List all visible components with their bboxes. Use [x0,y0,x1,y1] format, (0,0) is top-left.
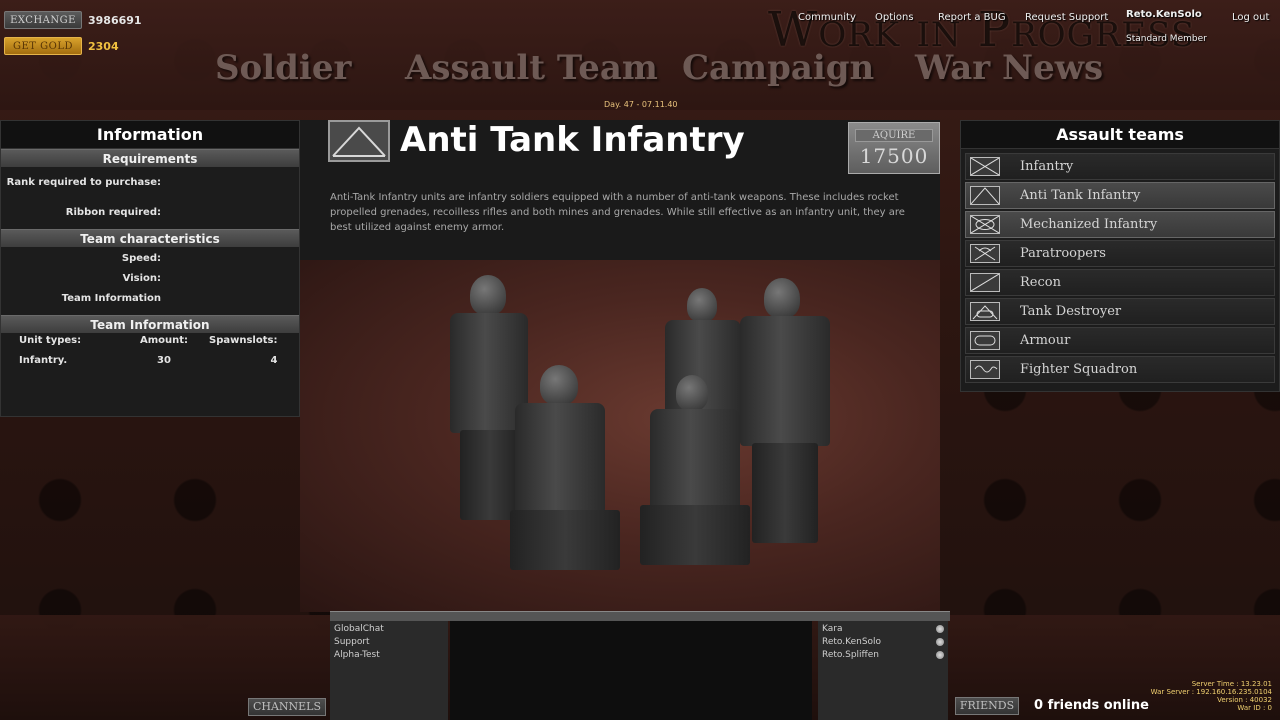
nav-war-news[interactable]: War News [915,48,1103,88]
unit-detail-panel: Anti Tank Infantry AQUIRE 17500 Anti-Tan… [300,120,940,612]
chat-resize-handle[interactable] [330,611,950,621]
channels-button[interactable]: CHANNELS [248,698,326,716]
top-links: Community Options Report a BUG Request S… [790,12,1280,28]
server-address: War Server : 192.160.16.235.0104 [1150,688,1272,696]
chat-user-row[interactable]: Reto.KenSolo [822,636,944,649]
team-item-mechanized-infantry[interactable]: Mechanized Infantry [965,211,1275,238]
team-item-paratroopers[interactable]: Paratroopers [965,240,1275,267]
cell-amount: 30 [157,355,171,366]
assault-teams-panel: Assault teams Infantry Anti Tank Infantr… [960,120,1280,392]
rank-required-label: Rank required to purchase: [6,177,161,188]
status-dot-icon [936,651,944,659]
team-item-tank-destroyer[interactable]: Tank Destroyer [965,298,1275,325]
team-label: Fighter Squadron [1020,362,1138,377]
acquire-price: 17500 [859,144,929,168]
speed-row: Speed: [1,249,299,269]
col-unit-types: Unit types: [19,335,82,346]
team-info-label: Team Information [61,293,161,304]
unit-preview-image [300,260,940,612]
options-link[interactable]: Options [875,12,914,23]
team-label: Anti Tank Infantry [1020,188,1141,203]
chat-messages[interactable] [450,621,812,720]
unit-title: Anti Tank Infantry [400,120,745,160]
acquire-label: AQUIRE [855,129,933,142]
mechanized-infantry-icon [970,215,1000,234]
nav-soldier[interactable]: Soldier [215,48,351,88]
war-id: War ID : 0 [1237,704,1272,712]
team-label: Tank Destroyer [1020,304,1122,319]
cell-spawnslots: 4 [270,355,278,366]
fighter-squadron-icon [970,360,1000,379]
team-label: Infantry [1020,159,1074,174]
exchange-row: EXCHANGE 3986691 [4,10,142,30]
anti-tank-icon [970,186,1000,205]
anti-tank-unit-icon [328,120,390,162]
assault-teams-title: Assault teams [961,121,1279,149]
team-information-table: Unit types: Amount: Spawnslots: Infantry… [1,333,299,366]
speed-label: Speed: [121,253,161,264]
channel-item[interactable]: GlobalChat [334,623,444,636]
team-label: Mechanized Infantry [1020,217,1158,232]
main-nav: Soldier Assault Team Campaign War News [0,48,1280,92]
col-spawnslots: Spawnslots: [209,335,278,346]
vision-label: Vision: [122,273,161,284]
tank-destroyer-icon [970,302,1000,321]
team-item-armour[interactable]: Armour [965,327,1275,354]
team-info-row: Team Information [1,289,299,309]
ribbon-required-row: Ribbon required: [1,203,299,223]
team-item-fighter-squadron[interactable]: Fighter Squadron [965,356,1275,383]
paratroopers-icon [970,244,1000,263]
team-label: Paratroopers [1020,246,1106,261]
logout-link[interactable]: Log out [1232,12,1269,23]
acquire-button[interactable]: AQUIRE 17500 [848,122,940,174]
chat-user-row[interactable]: Reto.Spliffen [822,649,944,662]
col-amount: Amount: [139,335,189,346]
nav-assault-team[interactable]: Assault Team [405,48,658,88]
community-link[interactable]: Community [798,12,856,23]
report-bug-link[interactable]: Report a BUG [938,12,1006,23]
vision-row: Vision: [1,269,299,289]
assault-teams-list: Infantry Anti Tank Infantry Mechanized I… [961,149,1279,389]
channel-item[interactable]: Alpha-Test [334,649,444,662]
server-time: Server Time : 13.23.01 [1191,680,1272,688]
team-item-infantry[interactable]: Infantry [965,153,1275,180]
team-characteristics-header: Team characteristics [1,229,299,247]
armour-icon [970,331,1000,350]
day-stamp: Day. 47 - 07.11.40 [604,100,678,109]
user-rank: Standard Member [1126,34,1207,44]
status-dot-icon [936,625,944,633]
server-info: Server Time : 13.23.01 War Server : 192.… [1151,680,1272,712]
chat-user-list: Kara Reto.KenSolo Reto.Spliffen [818,621,948,720]
team-item-recon[interactable]: Recon [965,269,1275,296]
cell-unit-type: Infantry. [19,355,68,366]
request-support-link[interactable]: Request Support [1025,12,1108,23]
unit-description: Anti-Tank Infantry units are infantry so… [330,192,905,233]
recon-icon [970,273,1000,292]
username: Reto.KenSolo [1126,9,1202,20]
friends-online-count: 0 friends online [1034,698,1149,713]
chat-user-row[interactable]: Kara [822,623,944,636]
friends-button[interactable]: FRIENDS [955,697,1019,715]
server-version: Version : 40032 [1217,696,1272,704]
rank-required-row: Rank required to purchase: [1,173,299,193]
infantry-icon [970,157,1000,176]
channel-item[interactable]: Support [334,636,444,649]
exchange-button[interactable]: EXCHANGE [4,11,82,29]
status-dot-icon [936,638,944,646]
exchange-value: 3986691 [88,13,142,27]
information-panel: Information Requirements Rank required t… [0,120,300,417]
team-item-anti-tank-infantry[interactable]: Anti Tank Infantry [965,182,1275,209]
nav-campaign[interactable]: Campaign [682,48,874,88]
team-label: Recon [1020,275,1061,290]
ribbon-required-label: Ribbon required: [65,207,161,218]
channel-list: GlobalChat Support Alpha-Test [330,621,448,720]
team-information-header: Team Information [1,315,299,333]
information-title: Information [1,121,299,149]
requirements-header: Requirements [1,149,299,167]
team-label: Armour [1020,333,1071,348]
